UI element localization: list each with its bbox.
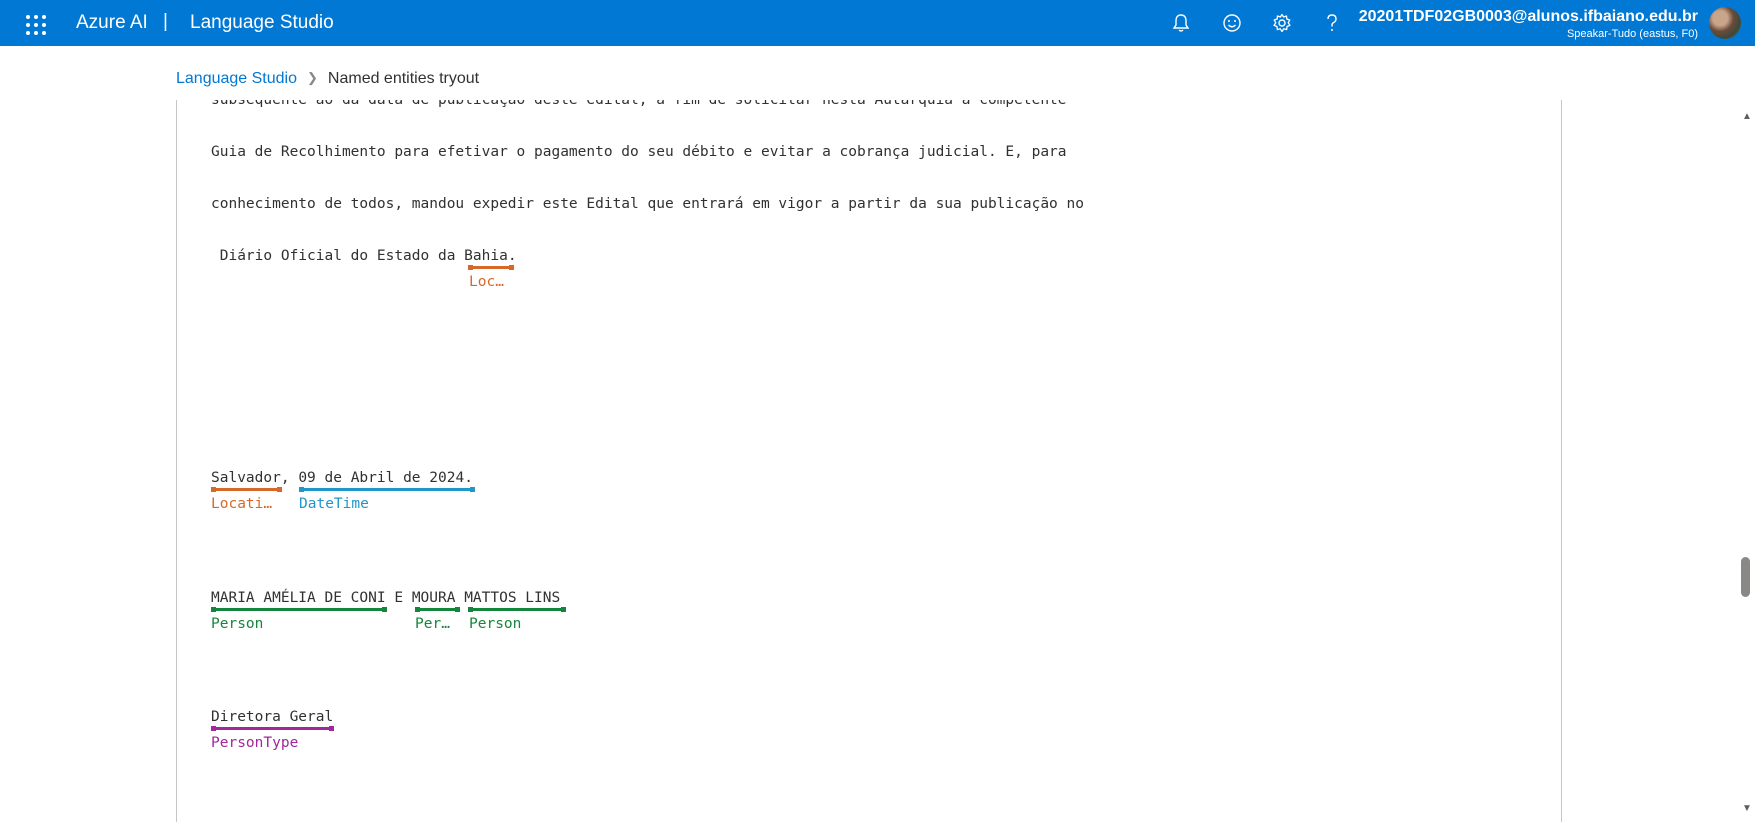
document-line-1: subsequente ao da data de publicação des… (211, 100, 1067, 108)
breadcrumb: Language Studio ❯ Named entities tryout (176, 70, 479, 88)
text-segment: . (507, 248, 517, 264)
account-email[interactable]: 20201TDF02GB0003@alunos.ifbaiano.edu.br (1359, 8, 1698, 26)
text-segment: . (464, 470, 473, 486)
document-line-3: conhecimento de todos, mandou expedir es… (211, 196, 1084, 212)
scrollbar-thumb[interactable] (1741, 557, 1750, 597)
help-icon[interactable] (1320, 11, 1344, 35)
header-separator: | (163, 11, 168, 32)
entity-label-person[interactable]: Person (469, 616, 521, 632)
document-line-2: Guia de Recolhimento para efetivar o pag… (211, 144, 1067, 160)
brand-link[interactable]: Azure AI (76, 12, 148, 34)
document-line-7: Diretora Geral (211, 709, 333, 725)
scroll-down-arrow-icon[interactable]: ▼ (1741, 803, 1753, 814)
entity-moura[interactable]: MOURA (412, 590, 456, 606)
product-link[interactable]: Language Studio (190, 12, 334, 34)
top-bar: Azure AI | Language Studio 20201TDF02GB0… (0, 0, 1755, 46)
chevron-right-icon: ❯ (307, 70, 318, 85)
text-segment: , (280, 470, 299, 486)
document-line-5: Salvador, 09 de Abril de 2024. (211, 470, 473, 486)
text-segment: E (385, 590, 412, 606)
entity-mattos[interactable]: MATTOS LINS (464, 590, 560, 606)
entity-label-person[interactable]: Person (211, 616, 263, 632)
entity-label-location[interactable]: Loc… (469, 274, 504, 290)
bell-icon[interactable] (1169, 11, 1193, 35)
ner-result-panel: subsequente ao da data de publicação des… (176, 100, 1562, 822)
entity-label-location[interactable]: Locati… (211, 496, 272, 512)
entity-underline-location (468, 265, 514, 270)
entity-underline-location (211, 487, 282, 492)
document-line-4: Diário Oficial do Estado da Bahia. (211, 248, 517, 264)
waffle-icon[interactable] (26, 15, 46, 35)
smiley-icon[interactable] (1220, 11, 1244, 35)
text-segment (455, 590, 464, 606)
entity-salvador[interactable]: Salvador (211, 470, 281, 486)
entity-underline-persontype (211, 726, 334, 731)
entity-underline-person (468, 607, 566, 612)
breadcrumb-current: Named entities tryout (327, 70, 480, 87)
entity-diretora[interactable]: Diretora Geral (211, 709, 333, 725)
breadcrumb-root-link[interactable]: Language Studio (176, 70, 297, 87)
entity-maria[interactable]: MARIA AMÉLIA DE CONI (211, 590, 386, 606)
account-resource[interactable]: Speakar-Tudo (eastus, F0) (1567, 28, 1698, 40)
entity-underline-person (415, 607, 460, 612)
avatar[interactable] (1709, 7, 1741, 39)
entity-underline-person (211, 607, 387, 612)
scroll-up-arrow-icon[interactable]: ▲ (1741, 111, 1753, 122)
entity-label-person[interactable]: Per… (415, 616, 450, 632)
gear-icon[interactable] (1270, 11, 1294, 35)
document-line-6: MARIA AMÉLIA DE CONI E MOURA MATTOS LINS (211, 590, 560, 606)
entity-label-persontype[interactable]: PersonType (211, 735, 298, 751)
entity-label-datetime[interactable]: DateTime (299, 496, 369, 512)
entity-bahia[interactable]: Bahia (464, 248, 508, 264)
entity-underline-datetime (299, 487, 475, 492)
entity-date[interactable]: 09 de Abril de 2024 (298, 470, 464, 486)
text-segment: Diário Oficial do Estado da (211, 248, 465, 264)
